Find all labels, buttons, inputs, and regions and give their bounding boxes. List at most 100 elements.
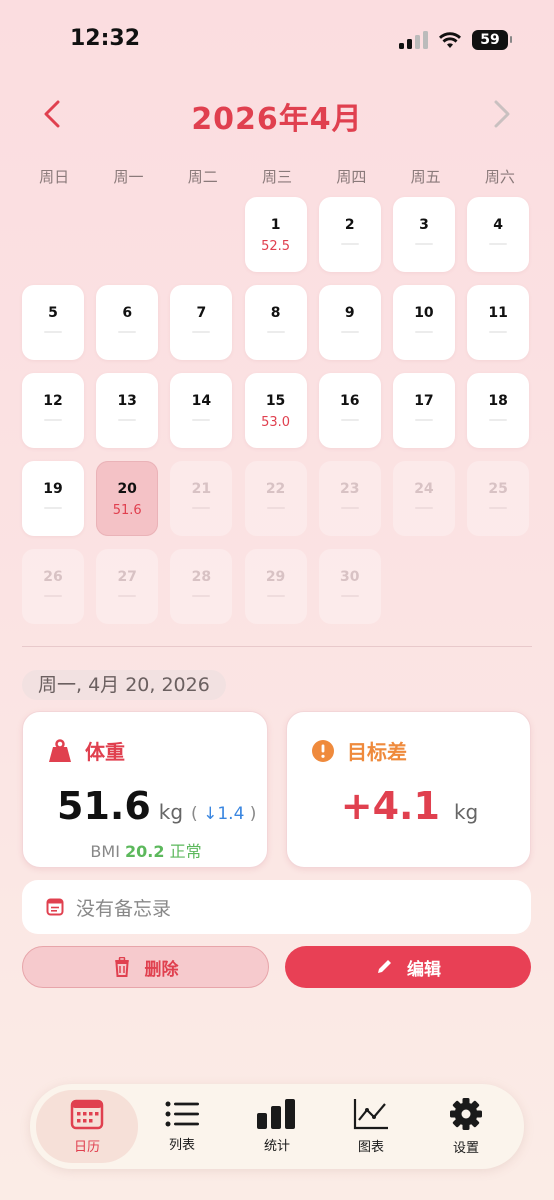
calendar-day-24[interactable]: 24 — [392, 461, 455, 536]
weight-value: 51.6 — [57, 784, 151, 828]
weekday-header: 周日 周一 周二 周三 周四 周五 周六 — [17, 166, 537, 187]
calendar-day-18[interactable]: 18 — [467, 373, 530, 448]
calendar-day-1[interactable]: 1 52.5 — [244, 197, 307, 272]
calendar-day-8[interactable]: 8 — [244, 285, 307, 360]
no-entry-dash — [414, 243, 433, 245]
month-title: 2026年4月 — [191, 102, 363, 137]
calendar-day-7[interactable]: 7 — [170, 285, 233, 360]
goal-value: +4.1 — [340, 784, 440, 828]
weekday-label: 周三 — [262, 168, 293, 186]
chevron-right-icon — [494, 100, 510, 128]
calendar-day-29[interactable]: 29 — [244, 549, 307, 624]
calendar-day-9[interactable]: 9 — [318, 285, 381, 360]
calendar-day-10[interactable]: 10 — [392, 285, 455, 360]
weight-label: 体重 — [85, 740, 125, 764]
day-number: 20 — [117, 481, 137, 497]
day-number: 26 — [43, 569, 63, 585]
calendar-day-26[interactable]: 26 — [22, 549, 84, 624]
delete-label: 删除 — [144, 959, 179, 980]
tab-list[interactable]: 列表 — [131, 1090, 233, 1163]
calendar-day-3[interactable]: 3 — [392, 197, 455, 272]
bmi-value: 20.2 — [125, 842, 165, 861]
no-entry-dash — [340, 595, 359, 597]
bmi-label: BMI — [90, 842, 120, 861]
wifi-icon — [439, 32, 461, 48]
calendar-day-25[interactable]: 25 — [467, 461, 530, 536]
calendar-day-2[interactable]: 2 — [318, 197, 381, 272]
no-entry-dash — [266, 595, 285, 597]
no-entry-dash — [192, 595, 211, 597]
no-entry-dash — [340, 507, 359, 509]
day-number: 21 — [191, 481, 212, 497]
no-entry-dash — [340, 243, 359, 245]
no-entry-dash — [414, 331, 433, 333]
calendar-day-30[interactable]: 30 — [318, 549, 381, 624]
calendar-day-15[interactable]: 15 53.0 — [244, 373, 307, 448]
day-number: 29 — [265, 569, 286, 585]
tab-stats[interactable]: 统计 — [226, 1090, 328, 1163]
day-number: 18 — [488, 393, 508, 409]
day-number: 6 — [122, 305, 133, 321]
no-entry-dash — [489, 419, 508, 421]
calendar-day-11[interactable]: 11 — [467, 285, 530, 360]
day-number: 7 — [196, 305, 207, 321]
calendar-day-14[interactable]: 14 — [170, 373, 233, 448]
bar-chart-icon — [257, 1099, 295, 1129]
day-number: 23 — [340, 481, 360, 497]
calendar-day-21[interactable]: 21 — [170, 461, 233, 536]
selected-date-label: 周一, 4月 20, 2026 — [22, 670, 226, 700]
delta-close: ) — [249, 804, 257, 824]
memo-field[interactable]: 没有备忘录 — [22, 880, 531, 934]
day-number: 15 — [265, 393, 286, 409]
calendar-day-4[interactable]: 4 — [467, 197, 530, 272]
next-month-button[interactable] — [486, 96, 516, 132]
weight-value-row: 51.6 kg ( ↓1.4 ) — [57, 784, 256, 828]
tab-settings[interactable]: 设置 — [415, 1090, 517, 1163]
no-entry-dash — [489, 243, 508, 245]
line-chart-icon — [353, 1099, 388, 1130]
calendar-day-28[interactable]: 28 — [170, 549, 233, 624]
calendar-day-6[interactable]: 6 — [96, 285, 159, 360]
weekday-label: 周一 — [113, 168, 144, 186]
day-number: 2 — [344, 217, 355, 233]
no-entry-dash — [340, 331, 359, 333]
calendar-day-20[interactable]: 20 51.6 — [96, 461, 159, 536]
calendar-day-12[interactable]: 12 — [22, 373, 84, 448]
day-weight: 53.0 — [261, 415, 291, 430]
day-number: 24 — [414, 481, 434, 497]
goal-unit: kg — [453, 800, 479, 824]
no-entry-dash — [118, 419, 137, 421]
calendar-day-16[interactable]: 16 — [318, 373, 381, 448]
trash-icon — [114, 957, 129, 977]
weight-card-header: 体重 — [47, 736, 125, 765]
calendar-day-5[interactable]: 5 — [22, 285, 84, 360]
tab-label: 日历 — [73, 1140, 100, 1155]
calendar-day-13[interactable]: 13 — [96, 373, 159, 448]
tab-label: 设置 — [452, 1141, 479, 1156]
no-entry-dash — [489, 331, 508, 333]
day-number: 4 — [493, 217, 503, 233]
calendar-day-27[interactable]: 27 — [96, 549, 159, 624]
tab-bar: 日历 列表 统计 图表 设置 — [30, 1084, 524, 1169]
calendar-day-22[interactable]: 22 — [244, 461, 307, 536]
calendar-grid: 1 52.5 2 3 4 5 6 7 8 9 10 11 12 13 14 15 53.0 16 17 18 19 20 5… — [22, 197, 534, 624]
tab-chart[interactable]: 图表 — [320, 1090, 422, 1163]
day-number: 19 — [43, 481, 63, 497]
tab-calendar[interactable]: 日历 — [36, 1090, 138, 1163]
no-entry-dash — [192, 331, 211, 333]
battery-indicator: 59 — [472, 30, 512, 50]
calendar-day-23[interactable]: 23 — [318, 461, 381, 536]
tab-label: 图表 — [357, 1140, 384, 1155]
day-number: 27 — [117, 569, 137, 585]
no-entry-dash — [266, 507, 285, 509]
day-weight: 52.5 — [261, 239, 291, 254]
calendar-icon — [70, 1099, 104, 1130]
day-number: 22 — [265, 481, 286, 497]
calendar-day-17[interactable]: 17 — [392, 373, 455, 448]
no-entry-dash — [118, 331, 137, 333]
weight-scale-icon — [49, 738, 71, 762]
day-number: 28 — [191, 569, 212, 585]
edit-button[interactable]: 编辑 — [285, 946, 531, 988]
delete-button[interactable]: 删除 — [22, 946, 269, 988]
calendar-day-19[interactable]: 19 — [22, 461, 84, 536]
